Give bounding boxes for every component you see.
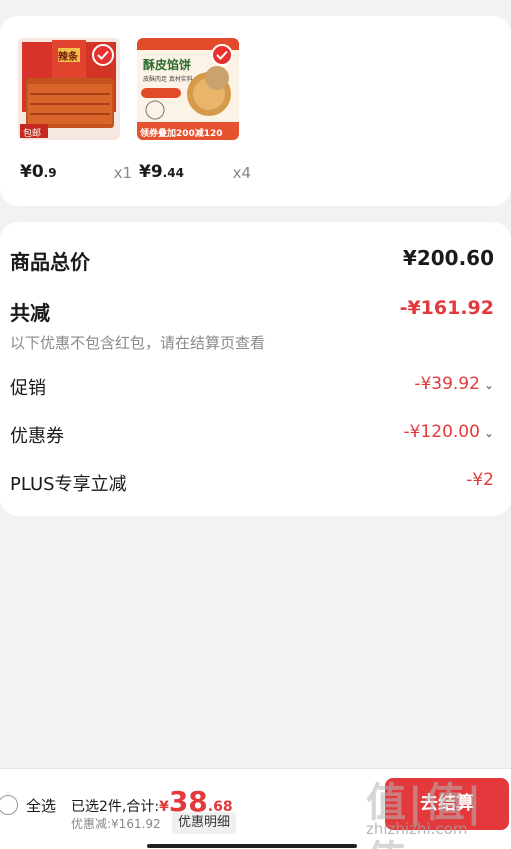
discount-summary: 优惠减:¥161.92 [71,817,161,831]
discount-note: 以下优惠不包含红包，请在结算页查看 [10,334,266,352]
coupon-label: 优惠券 [10,426,64,447]
selected-check-icon[interactable] [92,44,114,66]
select-all-label: 全选 [26,796,57,815]
select-all-radio[interactable] [0,795,18,815]
total-currency: ¥ [159,799,169,815]
coupon-value: -¥120.00 [403,422,480,442]
chevron-down-icon[interactable]: ⌄ [484,426,494,440]
promotion-value: -¥39.92 [414,374,480,394]
selected-count-text: 已选2件,合计: [71,799,160,815]
selected-products-card: 辣条 包邮 ¥0.9 x1 酥皮馅饼 皮酥肉足 真材实料 领券叠加200减120… [0,16,511,206]
discount-detail-button[interactable]: 优惠明细 [172,812,237,834]
product-item[interactable]: 酥皮馅饼 皮酥肉足 真材实料 领券叠加200减120 ¥9.44 x4 [137,38,251,182]
plus-discount-label: PLUS专享立减 [10,474,127,495]
promotion-label: 促销 [10,378,46,399]
total-discount-row: 共减 -¥161.92 [10,297,494,325]
promotion-row[interactable]: 促销 -¥39.92 ⌄ [10,374,494,402]
home-indicator[interactable] [147,844,357,848]
product-item[interactable]: 辣条 包邮 ¥0.9 x1 [18,38,132,182]
free-shipping-badge: 包邮 [23,129,42,139]
cart-summary-page: 辣条 包邮 ¥0.9 x1 酥皮馅饼 皮酥肉足 真材实料 领券叠加200减120… [0,0,511,849]
product-image-text: 辣条 [58,52,78,63]
product-quantity: x4 [232,164,251,182]
chevron-down-icon[interactable]: ⌄ [484,378,494,392]
price-summary-card: 商品总价 ¥200.60 共减 -¥161.92 以下优惠不包含红包，请在结算页… [0,222,511,516]
select-all-toggle[interactable]: 全选 [0,793,56,817]
checkout-bar: 全选 已选2件,合计:¥38.68 优惠减:¥161.92 优惠明细 去结算 [0,768,511,849]
total-price-value: ¥200.60 [402,246,494,270]
total-discount-value: -¥161.92 [399,297,494,319]
plus-discount-value: -¥2 [466,470,494,490]
total-discount-label: 共减 [10,301,50,325]
product-image-subtitle: 皮酥肉足 真材实料 [143,76,193,83]
product-image-title: 酥皮馅饼 [143,58,192,72]
plus-discount-row: PLUS专享立减 -¥2 [10,470,494,498]
product-quantity: x1 [113,164,132,182]
coupon-row[interactable]: 优惠券 -¥120.00 ⌄ [10,422,494,450]
product-price: ¥0.9 [20,162,57,182]
total-price-row: 商品总价 ¥200.60 [10,246,494,274]
total-price-label: 商品总价 [10,250,90,274]
selected-check-icon[interactable] [211,44,233,66]
product-image[interactable]: 酥皮馅饼 皮酥肉足 真材实料 领券叠加200减120 [137,38,239,140]
product-image[interactable]: 辣条 包邮 [18,38,120,140]
product-image-banner: 领券叠加200减120 [140,129,223,139]
product-price: ¥9.44 [139,162,184,182]
checkout-button[interactable]: 去结算 [385,778,509,830]
